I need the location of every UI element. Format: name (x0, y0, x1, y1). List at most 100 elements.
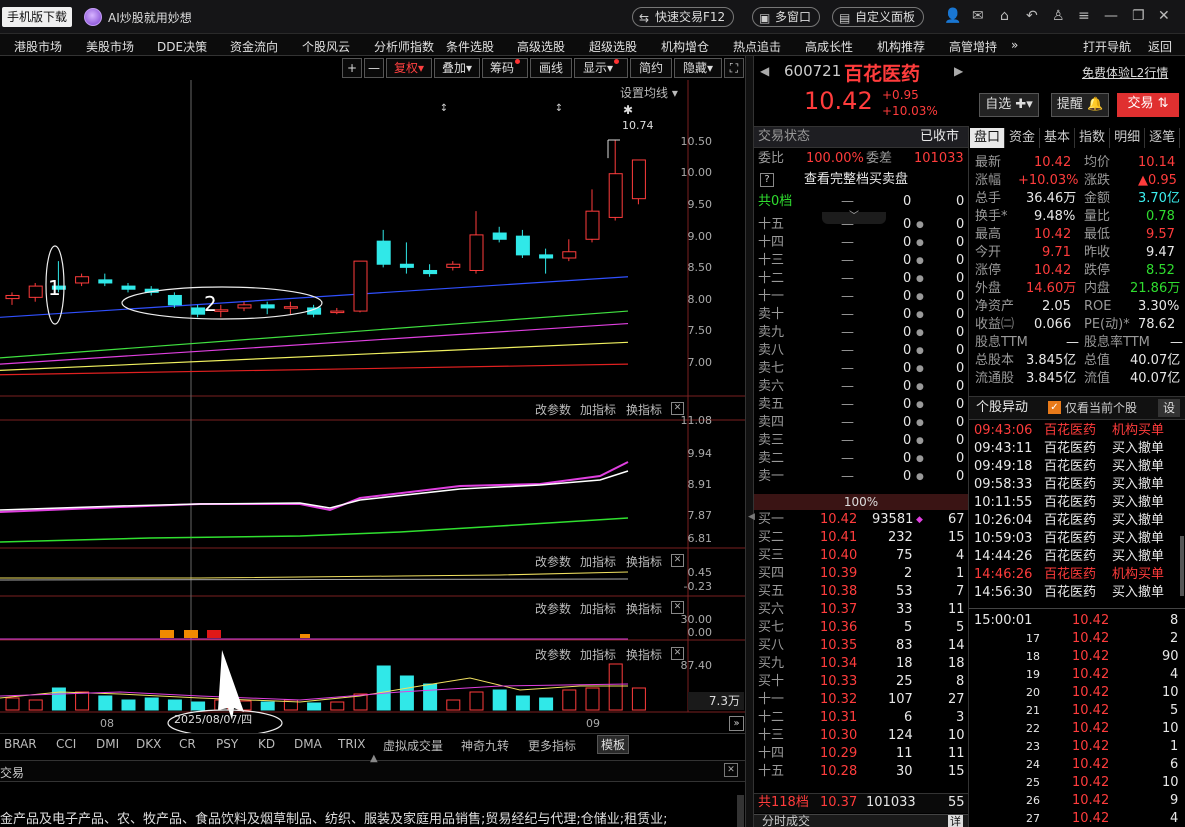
trade-tab[interactable]: 交易 (0, 764, 24, 781)
l2-trial-link[interactable]: 免费体验L2行情 (1082, 64, 1168, 81)
fullscreen-icon[interactable]: ⛶ (724, 58, 744, 78)
menu-dde[interactable]: DDE决策 (157, 38, 207, 55)
mover-time: 09:43:11 (974, 441, 1033, 456)
menu-open-nav[interactable]: 打开导航 (1083, 38, 1131, 55)
multi-window-button[interactable]: ▣ 多窗口 (752, 7, 821, 27)
mobile-download-button[interactable]: 手机版下载 (2, 7, 73, 27)
tab-funds[interactable]: 资金 (1005, 128, 1041, 148)
menu-stock-news[interactable]: 个股风云 (302, 38, 350, 55)
panel-switch-indicator[interactable]: 换指标 (626, 401, 662, 418)
ind-magic-nine[interactable]: 神奇九转 (461, 737, 509, 754)
ind-more[interactable]: 更多指标 (528, 737, 576, 754)
panel-add-indicator[interactable]: 加指标 (580, 401, 616, 418)
menu-hk-market[interactable]: 港股市场 (14, 38, 62, 55)
collapse-icon[interactable]: ﹀ (822, 212, 886, 224)
simple-button[interactable]: 简约 (630, 58, 672, 78)
ind-trix[interactable]: TRIX (338, 737, 365, 751)
ind-psy[interactable]: PSY (216, 737, 238, 751)
alert-button[interactable]: 提醒 🔔 (1051, 93, 1109, 117)
panel-add-indicator[interactable]: 加指标 (580, 646, 616, 663)
menu-back[interactable]: 返回 (1148, 38, 1172, 55)
ind-kd[interactable]: KD (258, 737, 275, 751)
draw-line-button[interactable]: 画线 (530, 58, 572, 78)
volume-bar (260, 701, 275, 711)
ind-dkx[interactable]: DKX (136, 737, 161, 751)
panel-edit-params[interactable]: 改参数 (535, 553, 571, 570)
restore-icon[interactable]: ❐ (1132, 8, 1145, 24)
collapse-up-icon[interactable]: ▲ (370, 753, 378, 764)
menu-condition-pick[interactable]: 条件选股 (446, 38, 494, 55)
home-icon[interactable]: ⌂ (1000, 8, 1009, 24)
tab-basic[interactable]: 基本 (1040, 128, 1076, 148)
ind-cci[interactable]: CCI (56, 737, 76, 751)
next-stock-icon[interactable]: ▶ (954, 64, 963, 78)
tab-tick[interactable]: 逐笔 (1145, 128, 1181, 148)
close-icon[interactable]: ✕ (1158, 8, 1170, 24)
display-button[interactable]: 显示▾ (574, 58, 628, 78)
scroll-right-icon[interactable]: » (729, 716, 744, 731)
menu-super-pick[interactable]: 超级选股 (589, 38, 637, 55)
panel-switch-indicator[interactable]: 换指标 (626, 553, 662, 570)
set-ma-button[interactable]: 设置均线 ▾ (620, 84, 678, 101)
menu-exec-buy[interactable]: 高管增持 (949, 38, 997, 55)
annotation-1: 1 (48, 276, 61, 300)
tab-detail[interactable]: 明细 (1110, 128, 1146, 148)
panel-add-indicator[interactable]: 加指标 (580, 600, 616, 617)
menu-icon[interactable]: ≡ (1078, 8, 1090, 24)
chips-button[interactable]: 筹码 (482, 58, 528, 78)
ind-dmi[interactable]: DMI (96, 737, 119, 751)
panel-add-indicator[interactable]: 加指标 (580, 553, 616, 570)
stat-label: 最高 (975, 227, 1002, 242)
full-book-link[interactable]: 查看完整档买卖盘 (804, 171, 908, 189)
ind-dma[interactable]: DMA (294, 737, 322, 751)
menu-more[interactable]: » (1011, 38, 1018, 52)
panel-edit-params[interactable]: 改参数 (535, 401, 571, 418)
panel-edit-params[interactable]: 改参数 (535, 600, 571, 617)
ind-brar[interactable]: BRAR (4, 737, 37, 751)
panel-switch-indicator[interactable]: 换指标 (626, 646, 662, 663)
menu-institution[interactable]: 机构增仓 (661, 38, 709, 55)
ai-promo-link[interactable]: AI炒股就用妙想 (108, 9, 192, 26)
ind-cr[interactable]: CR (179, 737, 196, 751)
watchlist-button[interactable]: 自选 ✚▾ (979, 93, 1039, 117)
movers-settings-button[interactable]: 设 (1158, 399, 1180, 417)
trade-button[interactable]: 交易 ⇅ (1117, 93, 1179, 117)
zoom-out-button[interactable]: — (364, 58, 384, 78)
stat-label: ROE (1084, 299, 1112, 314)
menu-advanced-pick[interactable]: 高级选股 (517, 38, 565, 55)
skin-icon[interactable]: ♙ (1052, 8, 1065, 24)
hide-button[interactable]: 隐藏▾ (674, 58, 722, 78)
menu-recommend[interactable]: 机构推荐 (877, 38, 925, 55)
scrollbar[interactable] (1180, 536, 1184, 596)
menu-us-market[interactable]: 美股市场 (86, 38, 134, 55)
splitter[interactable] (745, 56, 754, 827)
custom-panel-button[interactable]: ▤ 自定义面板 (832, 7, 925, 27)
minimize-icon[interactable]: — (1104, 8, 1118, 24)
scrollbar[interactable] (737, 795, 744, 827)
tab-index[interactable]: 指数 (1075, 128, 1111, 148)
user-icon[interactable]: 👤 (944, 8, 961, 24)
menu-hotspot[interactable]: 热点追击 (733, 38, 781, 55)
quick-trade-button[interactable]: ⇆ 快速交易F12 (632, 7, 735, 27)
menu-growth[interactable]: 高成长性 (805, 38, 853, 55)
buy-level-price: 10.30 (820, 728, 858, 743)
close-icon[interactable]: ✕ (724, 763, 738, 777)
checkbox-checked-icon[interactable]: ✓ (1048, 401, 1061, 414)
menu-fund-flow[interactable]: 资金流向 (230, 38, 278, 55)
tab-pankou[interactable]: 盘口 (970, 128, 1006, 148)
fuquan-button[interactable]: 复权▾ (386, 58, 432, 78)
menu-analyst[interactable]: 分析师指数 (374, 38, 434, 55)
prev-stock-icon[interactable]: ◀ (760, 64, 769, 78)
overlay-button[interactable]: 叠加▾ (434, 58, 480, 78)
buy-level-label: 买九 (758, 656, 785, 671)
help-icon[interactable]: ? (760, 173, 774, 187)
ind-template[interactable]: 模板 (597, 735, 630, 754)
detail-button[interactable]: 详 (948, 815, 963, 827)
zoom-in-button[interactable]: + (342, 58, 362, 78)
mail-icon[interactable]: ✉ (972, 8, 984, 24)
panel-edit-params[interactable]: 改参数 (535, 646, 571, 663)
panel-switch-indicator[interactable]: 换指标 (626, 600, 662, 617)
candle-body (330, 310, 345, 314)
back-icon[interactable]: ↶ (1026, 8, 1038, 24)
ind-virtual-volume[interactable]: 虚拟成交量 (383, 737, 443, 754)
